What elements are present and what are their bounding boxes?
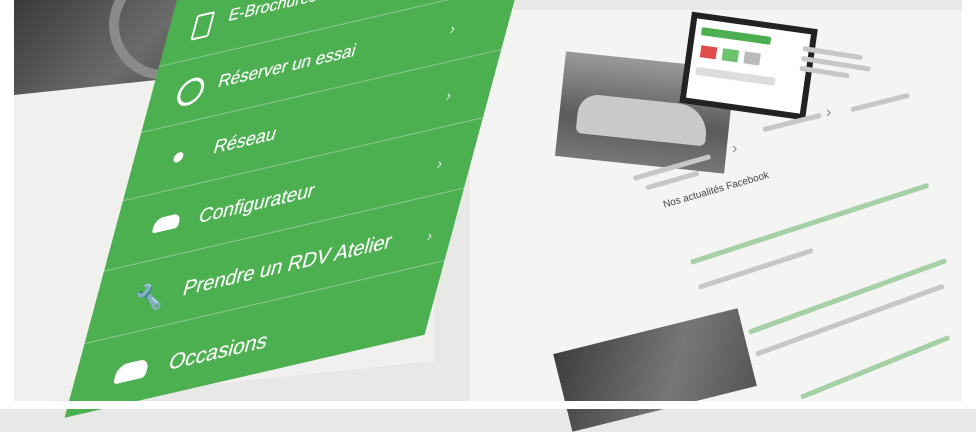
chevron-right-icon[interactable]: › bbox=[826, 104, 831, 122]
car-config-icon bbox=[151, 212, 182, 234]
screen-bar bbox=[700, 27, 772, 45]
menu-item-label: Réseau bbox=[211, 122, 280, 158]
website-screenshot-thumbnail[interactable] bbox=[679, 11, 818, 121]
steering-wheel-icon bbox=[174, 74, 208, 109]
menu-item-label: Occasions bbox=[166, 328, 271, 376]
screen-block bbox=[743, 51, 761, 66]
frame-left bbox=[0, 0, 14, 409]
brochure-icon bbox=[190, 11, 216, 41]
chevron-right-icon: › bbox=[444, 85, 454, 105]
promo-line bbox=[799, 65, 850, 79]
screen-block bbox=[699, 45, 718, 60]
car-icon bbox=[112, 358, 151, 385]
wrench-icon: 🔧 bbox=[129, 277, 171, 317]
frame-right bbox=[962, 0, 976, 409]
chevron-right-icon[interactable]: › bbox=[732, 140, 737, 158]
screen-block bbox=[721, 48, 740, 63]
chevron-right-icon: › bbox=[448, 19, 458, 38]
chevron-right-icon: › bbox=[435, 154, 445, 173]
menu-item-label: Configurateur bbox=[196, 179, 318, 229]
chevron-right-icon: › bbox=[425, 226, 435, 245]
frame-bottom bbox=[0, 401, 976, 409]
location-pin-icon: ● bbox=[168, 141, 189, 171]
screen-bar bbox=[695, 66, 776, 86]
